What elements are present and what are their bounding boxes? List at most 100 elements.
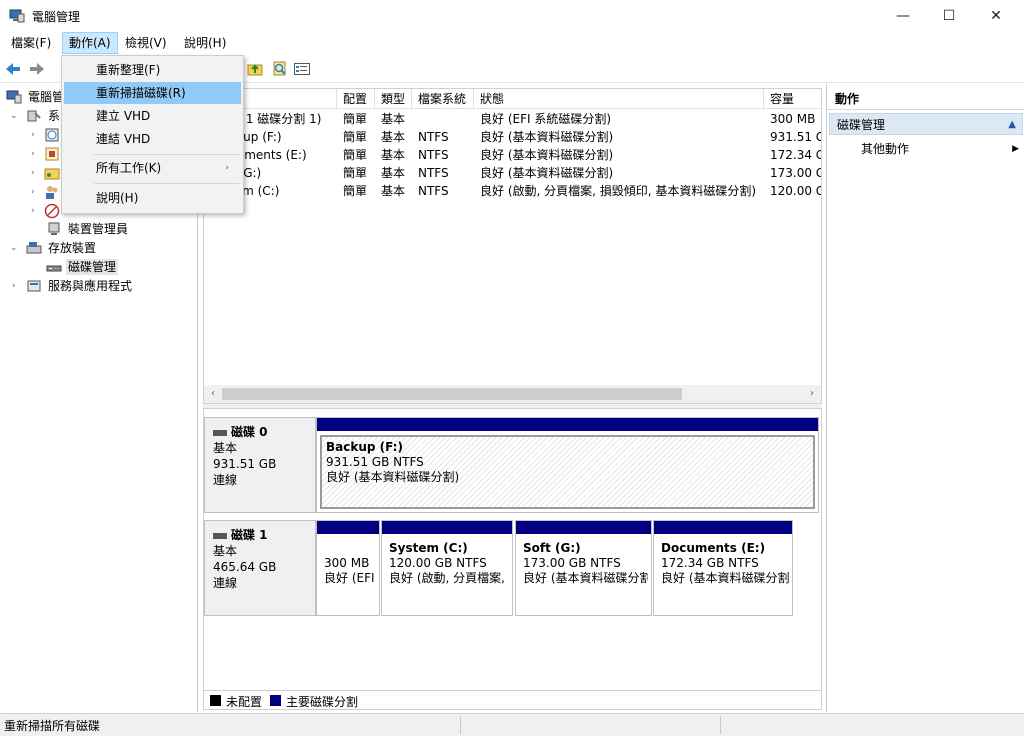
chevron-right-icon[interactable]: › — [31, 164, 35, 183]
table-row[interactable]: tem (C:) 簡單 基本 NTFS 良好 (啟動, 分頁檔案, 損毀傾印, … — [204, 182, 821, 200]
partition-body: System (C:) 120.00 GB NTFS 良好 (啟動, 分頁檔案, — [385, 538, 509, 612]
partition-name: Backup (F:) — [326, 440, 403, 454]
disk-graphical-view: 磁碟 0 基本 931.51 GB 連線 Backup (F:) 931.51 … — [203, 408, 822, 692]
tree-item-services[interactable]: › 服務與應用程式 — [0, 277, 134, 296]
column-capacity[interactable]: 容量 — [764, 89, 821, 109]
tree-root-computer-management[interactable]: 電腦管 — [6, 88, 66, 107]
chevron-down-icon[interactable]: ⌄ — [10, 239, 18, 258]
menu-item-attach-vhd[interactable]: 連結 VHD — [64, 128, 241, 150]
partition-body: Backup (F:) 931.51 GB NTFS 良好 (基本資料磁碟分割) — [320, 435, 815, 509]
partition-body: 300 MB 良好 (EFI — [320, 538, 376, 612]
menu-item-rescan-disks[interactable]: 重新掃描磁碟(R) — [64, 82, 241, 104]
tree-label: 磁碟管理 — [66, 259, 119, 275]
search-properties-icon[interactable] — [271, 60, 289, 78]
menu-view[interactable]: 檢視(V) — [119, 32, 173, 54]
table-row[interactable]: cuments (E:) 簡單 基本 NTFS 良好 (基本資料磁碟分割) 17… — [204, 146, 822, 164]
chevron-right-icon[interactable]: › — [31, 145, 35, 164]
tree-item-disk-management[interactable]: 磁碟管理 — [0, 258, 119, 277]
scrollbar-thumb[interactable] — [222, 388, 682, 400]
cell-type: 基本 — [381, 148, 406, 162]
minimize-button[interactable]: — — [880, 0, 926, 32]
collapse-up-icon[interactable]: ▲ — [1008, 114, 1016, 136]
menu-item-all-tasks[interactable]: 所有工作(K) › — [64, 157, 241, 179]
partition-status: 良好 (基本資料磁碟分割 — [661, 571, 789, 585]
menu-item-help[interactable]: 說明(H) — [64, 187, 241, 209]
title-bar: 電腦管理 — ☐ ✕ — [0, 0, 1024, 32]
cell-layout: 簡單 — [343, 148, 368, 162]
disk-status: 連線 — [213, 473, 238, 487]
up-folder-icon[interactable] — [246, 60, 264, 78]
cell-type: 基本 — [381, 184, 406, 198]
column-type[interactable]: 類型 — [375, 89, 412, 109]
partition-soft[interactable]: Soft (G:) 173.00 GB NTFS 良好 (基本資料磁碟分割 — [515, 520, 652, 616]
chevron-down-icon[interactable]: ⌄ — [10, 107, 18, 126]
tree-item-system-tools[interactable]: ⌄ 系 — [0, 107, 62, 126]
cell-capacity: 300 MB — [770, 112, 816, 126]
partition-backup[interactable]: Backup (F:) 931.51 GB NTFS 良好 (基本資料磁碟分割) — [316, 417, 819, 513]
cell-status: 良好 (啟動, 分頁檔案, 損毀傾印, 基本資料磁碟分割) — [480, 184, 757, 198]
partition-bar — [317, 521, 379, 534]
event-viewer-icon — [45, 147, 59, 161]
maximize-button[interactable]: ☐ — [926, 0, 972, 32]
partition-efi[interactable]: 300 MB 良好 (EFI — [316, 520, 380, 616]
more-actions-item[interactable]: 其他動作 ▶ — [861, 139, 1021, 159]
chevron-right-icon[interactable]: › — [31, 183, 35, 202]
tree-item-device-manager[interactable]: 裝置管理員 — [0, 220, 130, 239]
disk-management-icon — [46, 265, 62, 272]
column-file-system[interactable]: 檔案系統 — [412, 89, 474, 109]
table-row[interactable]: t (G:) 簡單 基本 NTFS 良好 (基本資料磁碟分割) 173.00 G — [204, 164, 822, 182]
scroll-left-icon[interactable]: ‹ — [204, 385, 222, 403]
partition-system[interactable]: System (C:) 120.00 GB NTFS 良好 (啟動, 分頁檔案, — [381, 520, 513, 616]
cell-capacity: 173.00 G — [770, 166, 822, 180]
disk-name: 磁碟 1 — [231, 528, 268, 542]
chevron-right-icon[interactable]: › — [31, 126, 35, 145]
table-row[interactable]: 碟 1 磁碟分割 1) 簡單 基本 良好 (EFI 系統磁碟分割) 300 MB — [204, 110, 821, 128]
cell-layout: 簡單 — [343, 112, 368, 126]
volume-list: 配置 類型 檔案系統 狀態 容量 碟 1 磁碟分割 1) 簡單 基本 良好 (E… — [203, 88, 822, 404]
horizontal-scrollbar[interactable]: ‹ › — [204, 385, 821, 403]
cell-type: 基本 — [381, 130, 406, 144]
disk-0-label[interactable]: 磁碟 0 基本 931.51 GB 連線 — [204, 417, 316, 513]
disk-size: 931.51 GB — [213, 457, 277, 471]
menu-item-create-vhd[interactable]: 建立 VHD — [64, 105, 241, 127]
menu-action[interactable]: 動作(A) — [62, 32, 118, 54]
back-arrow-icon[interactable] — [4, 60, 22, 78]
cell-file-system: NTFS — [418, 148, 449, 162]
disk-1-label[interactable]: 磁碟 1 基本 465.64 GB 連線 — [204, 520, 316, 616]
legend-primary-swatch — [270, 695, 281, 706]
column-layout[interactable]: 配置 — [337, 89, 375, 109]
actions-section-label: 磁碟管理 — [837, 118, 886, 132]
cell-status: 良好 (基本資料磁碟分割) — [480, 148, 614, 162]
actions-section-disk-management[interactable]: 磁碟管理 ▲ — [829, 113, 1023, 135]
partition-size: 120.00 GB NTFS — [389, 556, 487, 570]
tree-item-storage[interactable]: ⌄ 存放裝置 — [0, 239, 98, 258]
scroll-right-icon[interactable]: › — [803, 385, 821, 403]
actions-pane: 動作 磁碟管理 ▲ 其他動作 ▶ — [826, 84, 1024, 712]
partition-size: 173.00 GB NTFS — [523, 556, 621, 570]
cell-type: 基本 — [381, 166, 406, 180]
chevron-right-icon[interactable]: › — [12, 277, 16, 296]
chevron-right-icon[interactable]: › — [31, 202, 35, 221]
cell-file-system — [412, 110, 474, 128]
system-tools-icon — [27, 110, 41, 122]
close-button[interactable]: ✕ — [973, 0, 1019, 32]
disk-name: 磁碟 0 — [231, 425, 268, 439]
cell-layout: 簡單 — [343, 130, 368, 144]
show-hide-pane-icon[interactable] — [293, 60, 311, 78]
cell-capacity: 172.34 G — [770, 148, 822, 162]
menu-item-refresh[interactable]: 重新整理(F) — [64, 59, 241, 81]
partition-documents[interactable]: Documents (E:) 172.34 GB NTFS 良好 (基本資料磁碟… — [653, 520, 793, 616]
tree-label: 裝置管理員 — [68, 222, 129, 236]
device-manager-icon — [48, 222, 60, 235]
status-divider — [460, 716, 461, 734]
column-status[interactable]: 狀態 — [474, 89, 764, 109]
computer-management-icon — [9, 9, 25, 23]
partition-bar — [516, 521, 651, 534]
menu-help[interactable]: 說明(H) — [178, 32, 232, 54]
table-row[interactable]: ckup (F:) 簡單 基本 NTFS 良好 (基本資料磁碟分割) 931.5… — [204, 128, 821, 146]
menu-file[interactable]: 檔案(F) — [5, 32, 57, 54]
forward-arrow-icon[interactable] — [28, 60, 46, 78]
tree-label: 存放裝置 — [48, 241, 97, 255]
cell-file-system: NTFS — [418, 130, 449, 144]
menu-item-label: 所有工作(K) — [96, 161, 162, 175]
